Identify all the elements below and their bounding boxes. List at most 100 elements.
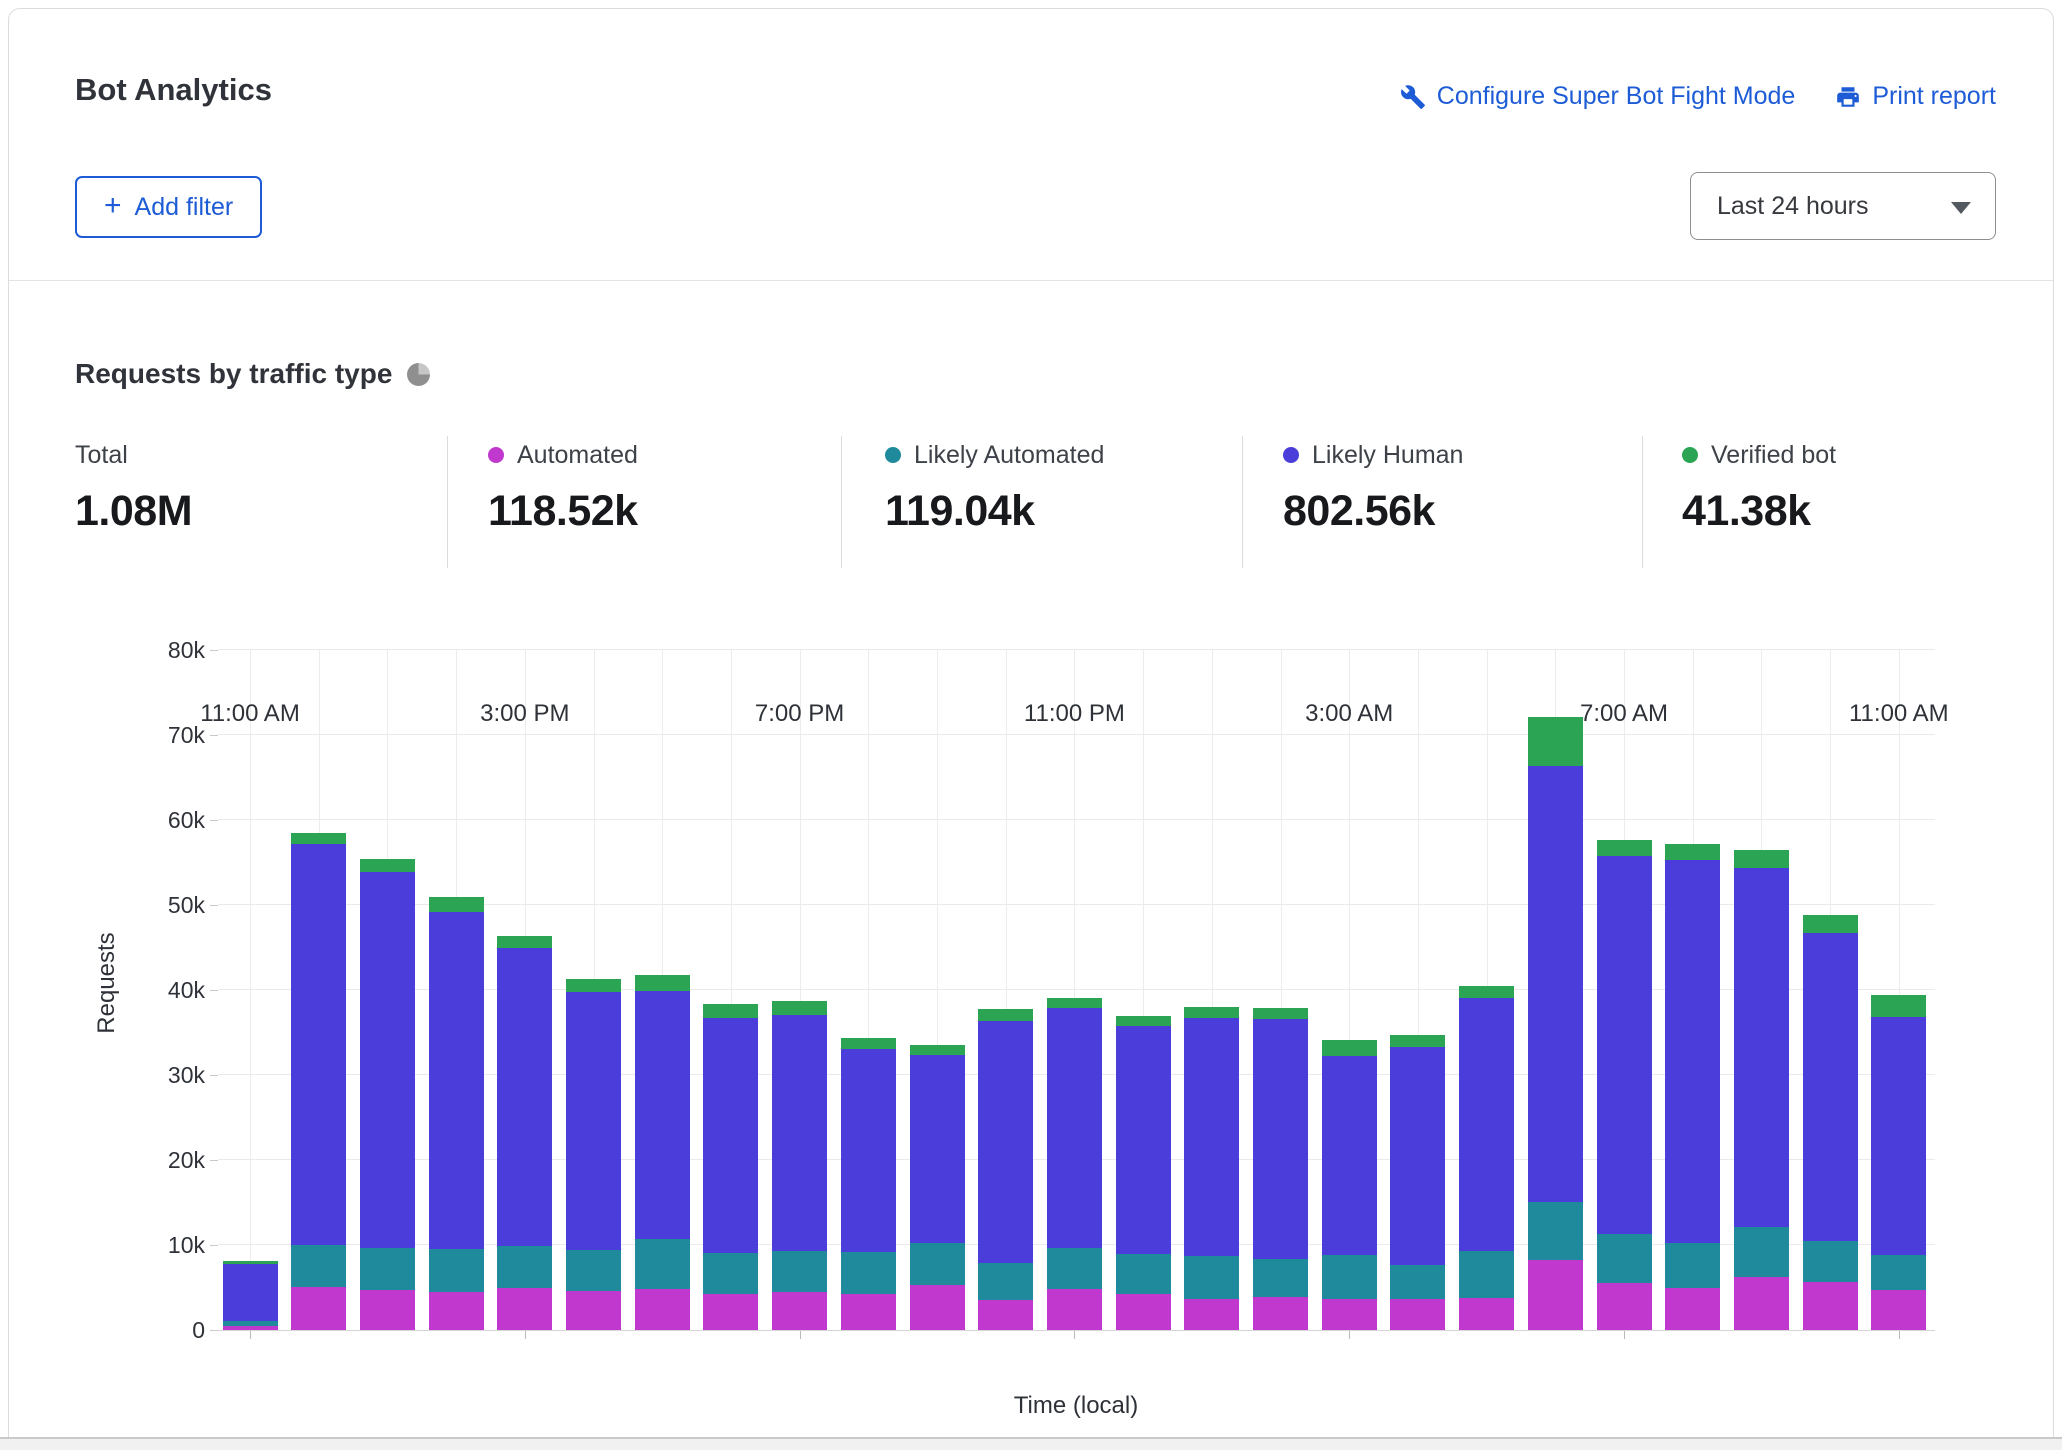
bar-segment-automated xyxy=(429,1292,484,1330)
plus-icon: + xyxy=(104,191,122,221)
y-axis-tick-label: 60k xyxy=(95,806,205,834)
bar-segment-automated xyxy=(635,1289,690,1330)
bar-segment-automated xyxy=(1528,1260,1583,1330)
wrench-icon xyxy=(1400,84,1426,110)
bar-segment-verified-bot xyxy=(291,833,346,844)
stat-automated: Automated 118.52k xyxy=(488,440,638,536)
bar-segment-likely-human xyxy=(772,1015,827,1251)
gridline-horizontal xyxy=(218,819,1935,820)
x-axis-title: Time (local) xyxy=(986,1392,1166,1420)
chevron-down-icon xyxy=(1951,202,1971,214)
page-title: Bot Analytics xyxy=(75,72,272,108)
bar-segment-likely-automated xyxy=(1322,1255,1377,1298)
stacked-bar xyxy=(1390,1035,1445,1330)
x-axis-tick-label: 11:00 AM xyxy=(160,700,340,728)
bar-segment-automated xyxy=(1322,1299,1377,1331)
bar-segment-automated xyxy=(1184,1299,1239,1331)
gridline-horizontal xyxy=(218,1330,1935,1331)
bar-segment-verified-bot xyxy=(1803,915,1858,933)
bar-segment-likely-automated xyxy=(1528,1202,1583,1261)
y-axis-tick xyxy=(210,1075,218,1076)
x-axis-tick-label: 11:00 PM xyxy=(984,700,1164,728)
bar-segment-likely-human xyxy=(1871,1017,1926,1255)
stacked-bar xyxy=(291,833,346,1330)
bar-segment-likely-human xyxy=(497,948,552,1246)
stat-separator xyxy=(1642,436,1643,568)
header-divider xyxy=(9,280,2053,281)
bar-segment-likely-automated xyxy=(635,1239,690,1289)
stacked-bar xyxy=(1322,1040,1377,1330)
add-filter-button[interactable]: + Add filter xyxy=(75,176,262,238)
bar-segment-likely-human xyxy=(1597,856,1652,1234)
legend-dot xyxy=(1283,447,1299,463)
bar-segment-likely-human xyxy=(1390,1047,1445,1265)
stacked-bar xyxy=(1116,1016,1171,1330)
bar-segment-automated xyxy=(566,1291,621,1330)
stacked-bar xyxy=(910,1045,965,1330)
bar-segment-verified-bot xyxy=(1734,850,1789,868)
y-axis-tick xyxy=(210,735,218,736)
bar-segment-verified-bot xyxy=(910,1045,965,1054)
page-background-strip xyxy=(0,1439,2062,1450)
bar-segment-automated xyxy=(703,1294,758,1330)
bar-segment-likely-automated xyxy=(1871,1255,1926,1290)
configure-super-bot-fight-mode-link[interactable]: Configure Super Bot Fight Mode xyxy=(1400,82,1796,111)
x-axis-tick xyxy=(800,1331,801,1339)
stacked-bar xyxy=(1047,998,1102,1330)
print-link-label: Print report xyxy=(1872,82,1996,111)
y-axis-tick xyxy=(210,820,218,821)
printer-icon xyxy=(1835,84,1861,110)
bar-segment-verified-bot xyxy=(566,979,621,992)
bar-segment-likely-human xyxy=(566,992,621,1250)
bar-segment-likely-human xyxy=(1459,998,1514,1251)
stacked-bar xyxy=(841,1038,896,1330)
print-report-link[interactable]: Print report xyxy=(1835,82,1996,111)
configure-link-label: Configure Super Bot Fight Mode xyxy=(1437,82,1796,111)
x-axis-tick xyxy=(250,1331,251,1339)
stacked-bar xyxy=(1459,986,1514,1330)
header-links: Configure Super Bot Fight Mode Print rep… xyxy=(1400,82,1996,111)
bar-segment-verified-bot xyxy=(1528,717,1583,766)
bar-segment-likely-automated xyxy=(566,1250,621,1291)
add-filter-label: Add filter xyxy=(135,193,234,222)
legend-dot xyxy=(885,447,901,463)
time-range-select[interactable]: Last 24 hours xyxy=(1690,172,1996,240)
bar-segment-verified-bot xyxy=(772,1001,827,1015)
time-range-value: Last 24 hours xyxy=(1717,192,1869,221)
bar-segment-likely-human xyxy=(841,1049,896,1252)
bar-segment-likely-human xyxy=(635,991,690,1239)
bar-segment-likely-human xyxy=(429,912,484,1250)
bar-segment-verified-bot xyxy=(1390,1035,1445,1047)
y-axis-tick xyxy=(210,990,218,991)
stacked-bar xyxy=(1871,995,1926,1330)
stat-verified-bot: Verified bot 41.38k xyxy=(1682,440,1836,536)
x-axis-tick xyxy=(1349,1331,1350,1339)
bar-segment-automated xyxy=(1253,1297,1308,1330)
bar-segment-verified-bot xyxy=(1597,840,1652,855)
bar-segment-likely-human xyxy=(1322,1056,1377,1255)
bar-segment-likely-automated xyxy=(1184,1256,1239,1299)
bar-segment-likely-human xyxy=(291,844,346,1245)
stacked-bar xyxy=(978,1009,1033,1330)
bar-segment-likely-human xyxy=(1665,860,1720,1243)
bar-segment-likely-automated xyxy=(1459,1251,1514,1298)
bar-segment-automated xyxy=(910,1285,965,1330)
stat-total-label: Total xyxy=(75,441,128,470)
bar-segment-likely-human xyxy=(1253,1019,1308,1259)
stat-likely-human-value: 802.56k xyxy=(1283,487,1463,536)
bar-segment-verified-bot xyxy=(1184,1007,1239,1018)
bar-segment-likely-automated xyxy=(1734,1227,1789,1277)
stacked-bar xyxy=(223,1261,278,1330)
stacked-bar xyxy=(635,975,690,1330)
bar-segment-likely-automated xyxy=(497,1246,552,1289)
bar-segment-likely-automated xyxy=(1047,1248,1102,1289)
stat-verified-bot-value: 41.38k xyxy=(1682,487,1836,536)
y-axis-tick-label: 30k xyxy=(95,1061,205,1089)
pie-chart-icon xyxy=(407,363,430,386)
bar-segment-likely-automated xyxy=(772,1251,827,1292)
bar-segment-likely-human xyxy=(1184,1018,1239,1256)
bar-segment-automated xyxy=(1047,1289,1102,1330)
bar-segment-automated xyxy=(978,1300,1033,1330)
y-axis-tick-label: 0 xyxy=(95,1316,205,1344)
stat-separator xyxy=(841,436,842,568)
